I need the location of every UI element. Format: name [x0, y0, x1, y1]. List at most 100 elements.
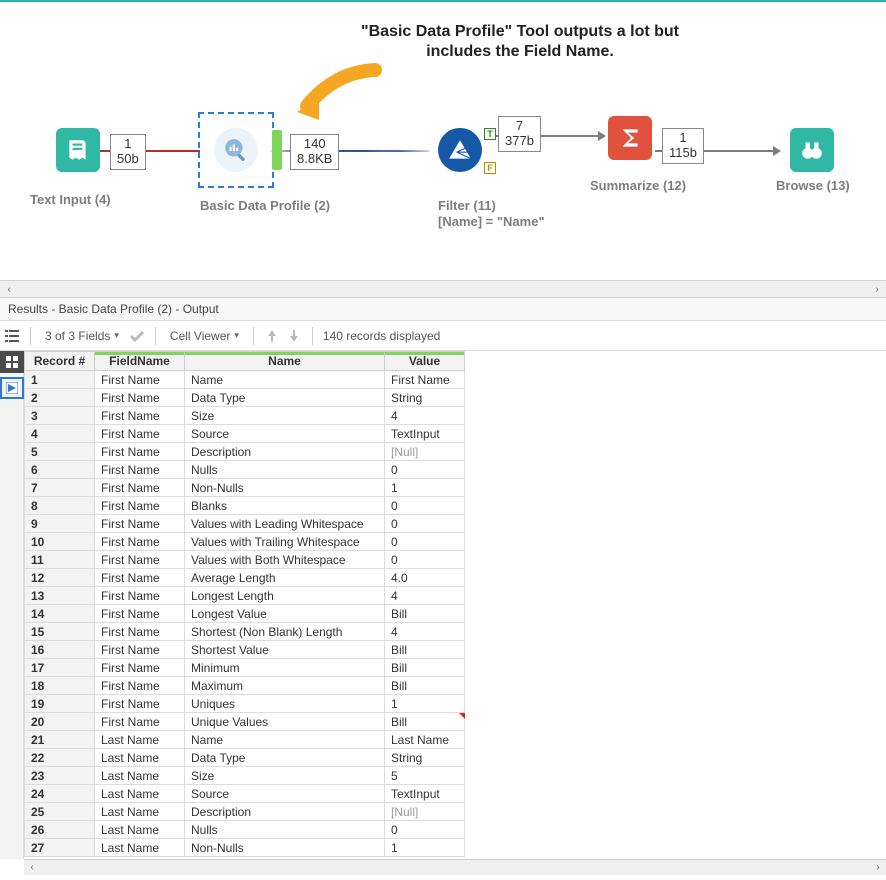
cell-name[interactable]: Nulls — [185, 461, 385, 479]
rail-record-icon[interactable] — [0, 377, 24, 399]
cell-value[interactable]: String — [385, 389, 465, 407]
row-number-cell[interactable]: 21 — [25, 731, 95, 749]
cell-name[interactable]: Shortest (Non Blank) Length — [185, 623, 385, 641]
sort-asc-icon[interactable] — [264, 328, 280, 344]
row-number-cell[interactable]: 12 — [25, 569, 95, 587]
cell-value[interactable]: TextInput — [385, 425, 465, 443]
row-number-cell[interactable]: 11 — [25, 551, 95, 569]
table-row[interactable]: 5First NameDescription[Null] — [25, 443, 465, 461]
checkmark-icon[interactable] — [129, 328, 145, 344]
table-row[interactable]: 10First NameValues with Trailing Whitesp… — [25, 533, 465, 551]
row-number-cell[interactable]: 8 — [25, 497, 95, 515]
cell-fieldname[interactable]: First Name — [95, 605, 185, 623]
results-h-scrollbar[interactable]: ‹ › — [24, 859, 886, 875]
cell-fieldname[interactable]: First Name — [95, 623, 185, 641]
table-row[interactable]: 22Last NameData TypeString — [25, 749, 465, 767]
table-row[interactable]: 3First NameSize4 — [25, 407, 465, 425]
cell-fieldname[interactable]: First Name — [95, 533, 185, 551]
row-number-cell[interactable]: 20 — [25, 713, 95, 731]
row-number-cell[interactable]: 15 — [25, 623, 95, 641]
col-header-value[interactable]: Value — [385, 352, 465, 371]
row-number-cell[interactable]: 4 — [25, 425, 95, 443]
table-row[interactable]: 8First NameBlanks0 — [25, 497, 465, 515]
cell-name[interactable]: Minimum — [185, 659, 385, 677]
tool-text-input[interactable] — [56, 128, 100, 172]
cell-value[interactable]: 1 — [385, 695, 465, 713]
table-row[interactable]: 14First NameLongest ValueBill — [25, 605, 465, 623]
row-number-cell[interactable]: 26 — [25, 821, 95, 839]
cell-value[interactable]: 0 — [385, 821, 465, 839]
row-number-cell[interactable]: 7 — [25, 479, 95, 497]
cell-fieldname[interactable]: First Name — [95, 515, 185, 533]
cell-fieldname[interactable]: Last Name — [95, 731, 185, 749]
row-number-cell[interactable]: 25 — [25, 803, 95, 821]
table-row[interactable]: 13First NameLongest Length4 — [25, 587, 465, 605]
scroll-right-icon[interactable]: › — [870, 862, 886, 873]
table-row[interactable]: 18First NameMaximumBill — [25, 677, 465, 695]
row-number-cell[interactable]: 2 — [25, 389, 95, 407]
cell-fieldname[interactable]: First Name — [95, 461, 185, 479]
row-number-cell[interactable]: 13 — [25, 587, 95, 605]
cell-name[interactable]: Longest Value — [185, 605, 385, 623]
cell-value[interactable]: String — [385, 749, 465, 767]
cell-name[interactable]: Name — [185, 371, 385, 389]
cell-name[interactable]: Values with Leading Whitespace — [185, 515, 385, 533]
row-number-cell[interactable]: 9 — [25, 515, 95, 533]
cell-name[interactable]: Uniques — [185, 695, 385, 713]
cell-fieldname[interactable]: First Name — [95, 443, 185, 461]
cell-name[interactable]: Size — [185, 407, 385, 425]
cell-fieldname[interactable]: First Name — [95, 677, 185, 695]
cell-value[interactable]: 0 — [385, 461, 465, 479]
table-row[interactable]: 15First NameShortest (Non Blank) Length4 — [25, 623, 465, 641]
cell-fieldname[interactable]: First Name — [95, 713, 185, 731]
row-number-cell[interactable]: 6 — [25, 461, 95, 479]
row-number-cell[interactable]: 5 — [25, 443, 95, 461]
cell-name[interactable]: Non-Nulls — [185, 479, 385, 497]
cell-name[interactable]: Values with Both Whitespace — [185, 551, 385, 569]
row-number-cell[interactable]: 22 — [25, 749, 95, 767]
output-anchor[interactable] — [272, 130, 282, 170]
cell-fieldname[interactable]: First Name — [95, 479, 185, 497]
cell-name[interactable]: Source — [185, 785, 385, 803]
scroll-left-icon[interactable]: ‹ — [0, 280, 18, 298]
cell-value[interactable]: 0 — [385, 497, 465, 515]
table-row[interactable]: 20First NameUnique ValuesBill — [25, 713, 465, 731]
cell-value[interactable]: 0 — [385, 533, 465, 551]
cell-fieldname[interactable]: First Name — [95, 569, 185, 587]
cell-name[interactable]: Blanks — [185, 497, 385, 515]
table-row[interactable]: 2First NameData TypeString — [25, 389, 465, 407]
row-number-cell[interactable]: 18 — [25, 677, 95, 695]
rail-grid-icon[interactable] — [0, 351, 24, 373]
table-row[interactable]: 26Last NameNulls0 — [25, 821, 465, 839]
table-row[interactable]: 11First NameValues with Both Whitespace0 — [25, 551, 465, 569]
cell-value[interactable]: 0 — [385, 515, 465, 533]
table-row[interactable]: 19First NameUniques1 — [25, 695, 465, 713]
cell-name[interactable]: Nulls — [185, 821, 385, 839]
cell-value[interactable]: Bill — [385, 605, 465, 623]
scroll-right-icon[interactable]: › — [868, 280, 886, 298]
cell-value[interactable]: 5 — [385, 767, 465, 785]
table-row[interactable]: 7First NameNon-Nulls1 — [25, 479, 465, 497]
tool-basic-data-profile[interactable] — [214, 128, 258, 172]
table-row[interactable]: 1First NameNameFirst Name — [25, 371, 465, 389]
cell-fieldname[interactable]: Last Name — [95, 767, 185, 785]
cell-fieldname[interactable]: First Name — [95, 497, 185, 515]
cell-value[interactable]: Last Name — [385, 731, 465, 749]
cell-name[interactable]: Unique Values — [185, 713, 385, 731]
cell-value[interactable]: 0 — [385, 551, 465, 569]
cell-fieldname[interactable]: Last Name — [95, 803, 185, 821]
cell-value[interactable]: 4.0 — [385, 569, 465, 587]
cell-fieldname[interactable]: Last Name — [95, 749, 185, 767]
fields-dropdown[interactable]: 3 of 3 Fields ▾ — [41, 327, 123, 345]
table-row[interactable]: 6First NameNulls0 — [25, 461, 465, 479]
cell-name[interactable]: Maximum — [185, 677, 385, 695]
row-number-cell[interactable]: 24 — [25, 785, 95, 803]
table-row[interactable]: 16First NameShortest ValueBill — [25, 641, 465, 659]
cell-name[interactable]: Description — [185, 443, 385, 461]
cell-value[interactable]: Bill — [385, 659, 465, 677]
col-header-record[interactable]: Record # — [25, 352, 95, 371]
cell-value[interactable]: Bill — [385, 641, 465, 659]
cell-viewer-dropdown[interactable]: Cell Viewer ▾ — [166, 327, 243, 345]
cell-name[interactable]: Longest Length — [185, 587, 385, 605]
cell-fieldname[interactable]: First Name — [95, 551, 185, 569]
